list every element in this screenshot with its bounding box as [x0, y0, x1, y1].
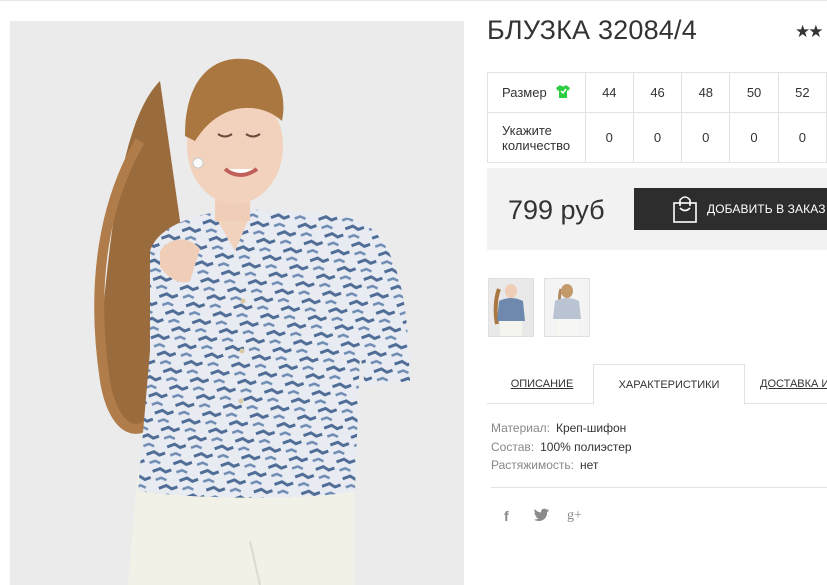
tshirt-size-icon[interactable]: [555, 84, 571, 102]
shopping-bag-icon: [672, 194, 698, 224]
price: 799 руб: [508, 195, 605, 225]
quantity-label-line2: количество: [502, 137, 571, 153]
characteristic-key: Растяжимость:: [491, 458, 575, 472]
rating-stars[interactable]: ★★: [795, 22, 824, 42]
size-label: Размер: [502, 85, 547, 100]
size-cell[interactable]: 50: [729, 72, 779, 113]
tab-characteristics[interactable]: ХАРАКТЕРИСТИКИ: [593, 364, 745, 405]
quantity-row: Укажите количество 0 0 0 0 0: [487, 112, 827, 163]
add-to-order-label: ДОБАВИТЬ В ЗАКАЗ: [707, 202, 826, 216]
add-to-order-button[interactable]: ДОБАВИТЬ В ЗАКАЗ: [634, 188, 827, 230]
social-divider: [491, 487, 827, 488]
characteristics-list: Материал: Креп-шифон Состав: 100% полиэсте…: [491, 419, 632, 475]
size-row: Размер 44 46 48 50 52: [487, 72, 827, 113]
tab-delivery[interactable]: ДОСТАВКА И ОПЛАТА: [760, 364, 827, 404]
quantity-input[interactable]: 0: [777, 112, 827, 163]
size-cell[interactable]: 52: [777, 72, 827, 113]
size-label-cell: Размер: [487, 72, 586, 113]
characteristic-value: нет: [580, 458, 599, 472]
characteristic-value: Креп-шифон: [555, 421, 627, 435]
quantity-input[interactable]: 0: [729, 112, 779, 163]
price-panel: 799 руб ДОБАВИТЬ В ЗАКАЗ: [487, 168, 827, 250]
facebook-icon[interactable]: f: [504, 508, 509, 524]
characteristic-row: Состав: 100% полиэстер: [491, 438, 632, 457]
characteristic-row: Материал: Креп-шифон: [491, 419, 632, 438]
quantity-input[interactable]: 0: [584, 112, 634, 163]
characteristic-key: Материал:: [491, 421, 550, 435]
quantity-label-line1: Укажите: [502, 122, 552, 138]
size-quantity-table: Размер 44 46 48 50 52 Укажите количество…: [487, 72, 827, 163]
characteristic-row: Растяжимость: нет: [491, 456, 632, 475]
product-title: БЛУЗКА 32084/4: [487, 15, 697, 45]
google-plus-icon[interactable]: g+: [567, 508, 582, 524]
size-cell[interactable]: 44: [584, 72, 634, 113]
product-thumbnail-back[interactable]: [544, 278, 590, 337]
characteristic-value: 100% полиэстер: [540, 439, 632, 454]
top-divider: [0, 0, 827, 1]
characteristic-key: Состав:: [491, 439, 535, 454]
quantity-label-cell: Укажите количество: [487, 112, 586, 163]
quantity-input[interactable]: 0: [681, 112, 731, 163]
product-thumbnail-front[interactable]: [488, 278, 534, 337]
tab-description[interactable]: ОПИСАНИЕ: [505, 364, 579, 404]
twitter-icon[interactable]: [534, 508, 550, 526]
product-main-image: [10, 21, 464, 585]
size-cell[interactable]: 46: [632, 72, 683, 113]
quantity-input[interactable]: 0: [632, 112, 683, 163]
size-cell[interactable]: 48: [681, 72, 731, 113]
